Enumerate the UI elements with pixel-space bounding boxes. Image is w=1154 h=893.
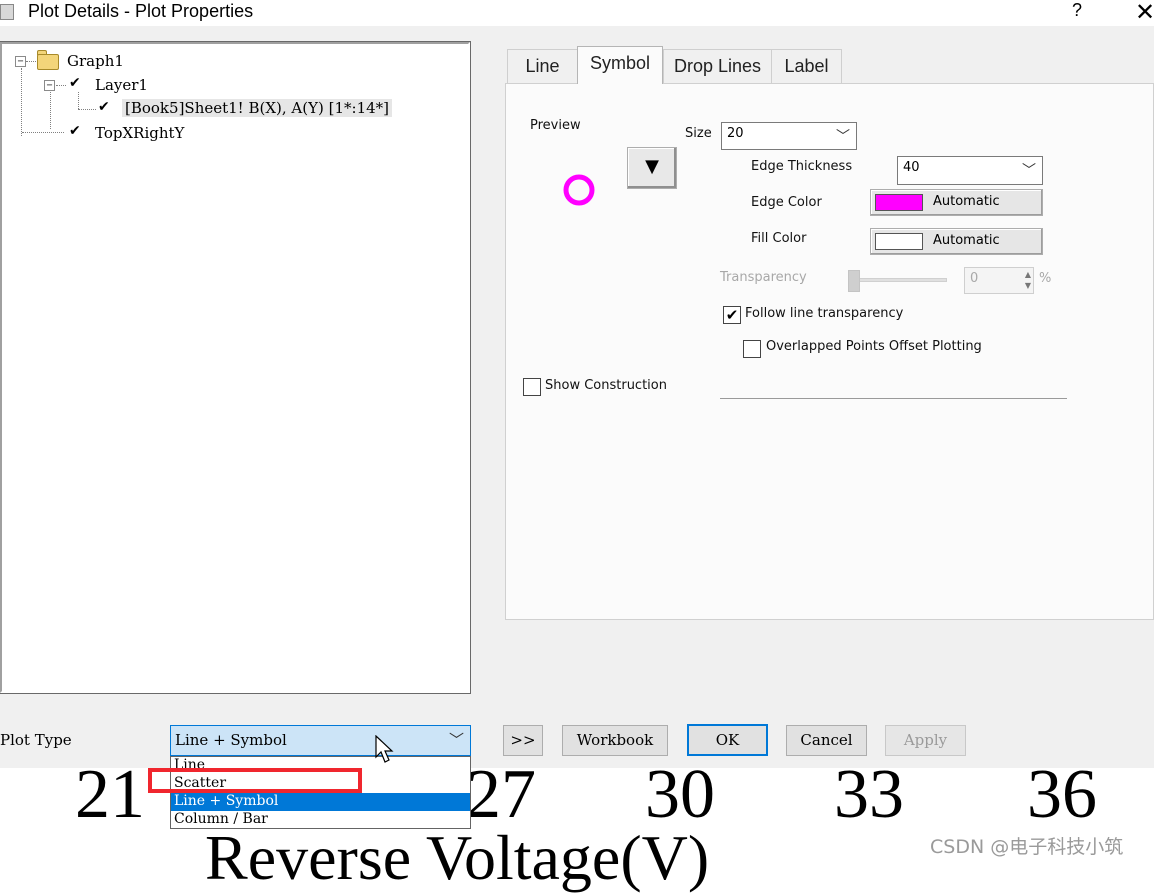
follow-line-transparency-checkbox[interactable]: ✔ — [723, 306, 741, 324]
preview-label: Preview — [530, 118, 581, 133]
symbol-picker-button[interactable]: ▼ — [627, 147, 677, 189]
axis-tick-label: 30 — [645, 756, 715, 833]
size-value: 20 — [727, 126, 744, 141]
transparency-value: 0 — [970, 271, 979, 286]
apply-button: Apply — [885, 725, 966, 756]
show-construction-checkbox[interactable] — [523, 378, 541, 396]
overlapped-points-checkbox[interactable] — [743, 340, 761, 358]
edge-color-label: Edge Color — [751, 195, 822, 210]
axis-checkbox[interactable]: ✔ — [69, 124, 82, 138]
size-label: Size — [685, 126, 712, 141]
tab-symbol[interactable]: Symbol — [577, 46, 663, 84]
expand-button[interactable]: >> — [503, 725, 543, 756]
collapse-graph-icon[interactable]: − — [15, 56, 26, 67]
edge-thickness-combo[interactable]: 40 ﹀ — [897, 156, 1043, 185]
tree-item-topxrighty[interactable]: TopXRightY — [95, 124, 184, 142]
chevron-down-icon: ﹀ — [448, 731, 464, 749]
axis-tick-label: 36 — [1027, 756, 1097, 833]
tree-connector — [78, 109, 96, 110]
tree-connector — [56, 85, 66, 86]
chevron-down-icon: ﹀ — [1022, 163, 1036, 179]
collapse-layer-icon[interactable]: − — [44, 80, 55, 91]
watermark: CSDN @电子科技小筑 — [930, 836, 1124, 858]
tree-connector — [50, 89, 51, 129]
plot-type-label: Plot Type — [0, 731, 72, 749]
fill-color-button[interactable]: Automatic — [870, 228, 1043, 255]
close-icon[interactable]: ✕ — [1135, 0, 1154, 27]
transparency-slider-track — [853, 278, 947, 282]
transparency-spinbox[interactable]: 0 ▲ ▼ — [964, 267, 1034, 294]
mouse-cursor-icon — [375, 735, 394, 763]
layer1-checkbox[interactable]: ✔ — [69, 76, 82, 90]
plot-type-combo[interactable]: Line + Symbol ﹀ — [170, 725, 471, 756]
transparency-label: Transparency — [720, 270, 807, 285]
fill-color-label: Fill Color — [751, 231, 807, 246]
plot-type-value: Line + Symbol — [175, 731, 287, 749]
title-bar: Plot Details - Plot Properties ? ✕ — [0, 0, 1154, 26]
chevron-down-icon: ﹀ — [836, 129, 850, 145]
preview-symbol-circle — [563, 174, 595, 206]
tree-item-layer1[interactable]: Layer1 — [95, 76, 148, 94]
tree-item-plot[interactable]: [Book5]Sheet1! B(X), A(Y) [1*:14*] — [122, 99, 393, 117]
tree-connector — [78, 92, 79, 109]
tab-label[interactable]: Label — [771, 49, 842, 83]
plot-checkbox[interactable]: ✔ — [98, 100, 111, 114]
axis-title: Reverse Voltage(V) — [205, 822, 710, 893]
plot-tree-panel: − Graph1 − ✔ Layer1 ✔ [Book5]Sheet1! B(X… — [0, 41, 471, 694]
edge-color-value: Automatic — [933, 194, 1000, 209]
tree-connector — [21, 68, 22, 136]
window-title: Plot Details - Plot Properties — [28, 1, 254, 21]
highlight-box — [148, 768, 362, 793]
transparency-unit: % — [1039, 271, 1052, 286]
overlapped-points-label: Overlapped Points Offset Plotting — [766, 339, 982, 354]
tree-item-graph1[interactable]: Graph1 — [67, 52, 124, 70]
edge-thickness-value: 40 — [903, 160, 920, 175]
tree-connector — [22, 132, 64, 133]
tab-drop-lines[interactable]: Drop Lines — [663, 49, 772, 83]
folder-icon — [37, 54, 59, 70]
help-button[interactable]: ? — [1072, 0, 1082, 21]
spin-arrows-icon[interactable]: ▲ ▼ — [1025, 269, 1031, 291]
plot-details-dialog: Plot Details - Plot Properties ? ✕ − Gra… — [0, 0, 1154, 768]
fill-color-swatch — [875, 233, 923, 250]
fill-color-value: Automatic — [933, 233, 1000, 248]
edge-color-swatch — [875, 194, 923, 211]
tab-line[interactable]: Line — [507, 49, 578, 83]
edge-color-button[interactable]: Automatic — [870, 189, 1043, 216]
edge-thickness-label: Edge Thickness — [751, 159, 853, 174]
app-icon — [0, 4, 14, 20]
axis-tick-label: 33 — [834, 756, 904, 833]
size-combo[interactable]: 20 ﹀ — [721, 122, 857, 150]
cancel-button[interactable]: Cancel — [786, 725, 867, 756]
transparency-slider-thumb[interactable] — [848, 270, 860, 292]
axis-tick-label: 21 — [75, 756, 145, 833]
workbook-button[interactable]: Workbook — [562, 725, 668, 756]
dropdown-option-column-bar[interactable]: Column / Bar — [171, 811, 470, 829]
symbol-preview — [563, 174, 595, 206]
construction-divider — [720, 398, 1067, 399]
dropdown-option-line-symbol[interactable]: Line + Symbol — [171, 793, 470, 811]
follow-line-transparency-label: Follow line transparency — [745, 306, 904, 321]
axis-tick-label: 27 — [466, 756, 536, 833]
show-construction-label: Show Construction — [545, 378, 667, 393]
ok-button[interactable]: OK — [687, 724, 768, 756]
